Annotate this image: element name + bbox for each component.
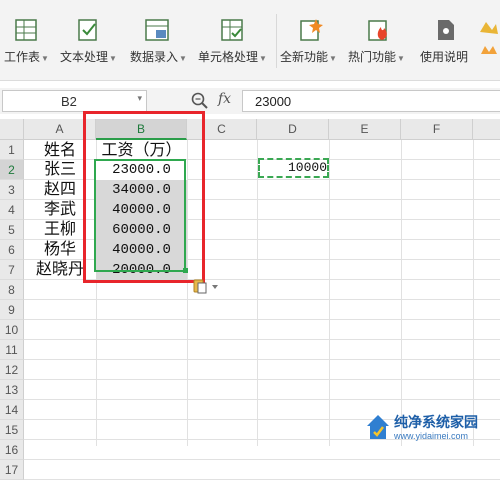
data-entry-icon (145, 19, 169, 41)
gridline (24, 399, 500, 400)
new-features-icon (300, 19, 323, 41)
row-header-16[interactable]: 16 (0, 440, 24, 460)
cell-processing-label: 单元格处理 (198, 50, 259, 64)
formula-input[interactable]: 23000 (242, 90, 500, 112)
cell-d2[interactable]: 10000 (258, 158, 327, 178)
gridline (24, 359, 500, 360)
zoom-icon[interactable] (191, 92, 209, 110)
column-header-g[interactable] (473, 119, 500, 140)
select-all-corner[interactable] (0, 119, 24, 140)
column-header-f[interactable]: F (401, 119, 473, 140)
site-watermark: 纯净系统家园 www.yidaimei.com (362, 410, 500, 446)
text-processing-button[interactable]: 文本处理▼ (60, 0, 120, 80)
row-header-12[interactable]: 12 (0, 360, 24, 380)
row-header-6[interactable]: 6 (0, 240, 24, 260)
gridline (24, 339, 500, 340)
hot-features-button[interactable]: 热门功能▼ (348, 0, 410, 80)
help-doc-icon (438, 20, 454, 40)
row-header-8[interactable]: 8 (0, 280, 24, 300)
row-header-3[interactable]: 3 (0, 180, 24, 200)
chevron-down-icon[interactable]: ▾ (137, 93, 142, 104)
formula-value: 23000 (255, 94, 292, 109)
name-box-value: B2 (61, 94, 77, 109)
row-header-5[interactable]: 5 (0, 220, 24, 240)
worksheet-button[interactable]: 工作表▼ (4, 0, 54, 80)
row-header-10[interactable]: 10 (0, 320, 24, 340)
gridline (473, 140, 474, 446)
gridline (24, 319, 500, 320)
column-header-d[interactable]: D (257, 119, 329, 140)
column-header-e[interactable]: E (329, 119, 401, 140)
ribbon-divider (276, 14, 277, 68)
gridline (401, 140, 402, 446)
gridline (24, 299, 500, 300)
formula-bar: B2 ▾ fx 23000 (0, 88, 500, 114)
watermark-text: 纯净系统家园 (394, 414, 478, 430)
hot-features-label: 热门功能 (348, 50, 397, 64)
row-header-9[interactable]: 9 (0, 300, 24, 320)
cell-processing-icon (221, 19, 243, 41)
row-header-1[interactable]: 1 (0, 140, 24, 160)
row-header-13[interactable]: 13 (0, 380, 24, 400)
gridline (24, 379, 500, 380)
row-header-17[interactable]: 17 (0, 460, 24, 480)
worksheet-icon (15, 19, 37, 41)
ribbon-toolbar: 工作表▼ 文本处理▼ 数据录入▼ 单元格处理▼ 全新功能▼ 热门功能▼ 使用说明 (0, 0, 500, 81)
gridline (24, 459, 500, 460)
fx-label[interactable]: fx (218, 91, 231, 107)
house-logo-icon (367, 415, 389, 439)
row-header-7[interactable]: 7 (0, 260, 24, 280)
row-header-4[interactable]: 4 (0, 200, 24, 220)
hot-features-icon (368, 20, 387, 41)
selection-range-b2-b7 (94, 159, 186, 272)
crown-icon[interactable] (478, 18, 500, 64)
new-features-button[interactable]: 全新功能▼ (280, 0, 342, 80)
gridline (329, 140, 330, 446)
help-doc-label: 使用说明 (420, 50, 469, 64)
new-features-label: 全新功能 (280, 50, 329, 64)
row-header-11[interactable]: 11 (0, 340, 24, 360)
data-entry-button[interactable]: 数据录入▼ (130, 0, 190, 80)
text-processing-icon (78, 19, 97, 41)
cell-processing-button[interactable]: 单元格处理▼ (198, 0, 272, 80)
row-header-14[interactable]: 14 (0, 400, 24, 420)
row-header-15[interactable]: 15 (0, 420, 24, 440)
name-box[interactable]: B2 ▾ (2, 90, 147, 112)
gridline (257, 140, 258, 446)
fill-handle[interactable] (183, 268, 188, 273)
data-entry-label: 数据录入 (130, 50, 179, 64)
worksheet-label: 工作表 (4, 50, 41, 64)
watermark-url: www.yidaimei.com (394, 431, 469, 441)
text-processing-label: 文本处理 (60, 50, 109, 64)
row-header-2[interactable]: 2 (0, 160, 24, 180)
spreadsheet-grid: A B C D E F 1 2 3 4 5 6 7 8 9 10 11 12 13 14 15 16 17 姓名… (0, 119, 500, 480)
help-doc-button[interactable]: 使用说明 (420, 0, 474, 80)
paste-options-icon[interactable] (192, 278, 222, 294)
